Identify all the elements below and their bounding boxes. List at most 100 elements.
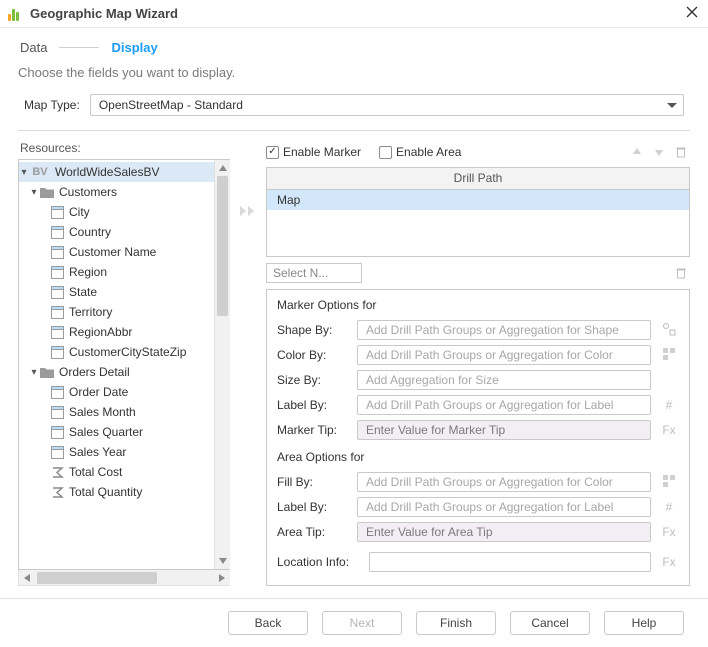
option-row: Color By: Add Drill Path Groups or Aggreg… bbox=[277, 343, 679, 367]
field-icon bbox=[49, 345, 65, 359]
tree-group[interactable]: ▾ Orders Detail bbox=[19, 362, 214, 382]
select-n-placeholder: Select N... bbox=[273, 266, 328, 280]
move-right-button[interactable] bbox=[238, 141, 258, 586]
option-side-button[interactable] bbox=[659, 322, 679, 339]
expand-toggle[interactable]: ▾ bbox=[29, 367, 39, 378]
checkbox-icon bbox=[379, 146, 392, 159]
step-display[interactable]: Display bbox=[109, 40, 159, 55]
tree-item[interactable]: Territory bbox=[19, 302, 214, 322]
option-input[interactable]: Add Drill Path Groups or Aggregation for… bbox=[357, 472, 651, 492]
scroll-up-icon[interactable] bbox=[215, 160, 230, 176]
tree-item[interactable]: Sales Quarter bbox=[19, 422, 214, 442]
footer: Back Next Finish Cancel Help bbox=[0, 598, 708, 647]
tree-label: RegionAbbr bbox=[69, 325, 132, 339]
field-icon bbox=[49, 245, 65, 259]
location-info-label: Location Info: bbox=[277, 555, 361, 569]
step-data[interactable]: Data bbox=[18, 40, 49, 55]
horizontal-scrollbar[interactable] bbox=[18, 570, 230, 586]
tree-label: Sales Month bbox=[69, 405, 136, 419]
finish-button[interactable]: Finish bbox=[416, 611, 496, 635]
tree-item[interactable]: Region bbox=[19, 262, 214, 282]
tree-item[interactable]: Sales Month bbox=[19, 402, 214, 422]
location-info-row: Location Info: Fx bbox=[277, 550, 679, 574]
cancel-button[interactable]: Cancel bbox=[510, 611, 590, 635]
drill-path-list[interactable]: Map bbox=[266, 189, 690, 257]
option-input[interactable]: Add Drill Path Groups or Aggregation for… bbox=[357, 345, 651, 365]
tree-item[interactable]: City bbox=[19, 202, 214, 222]
option-input[interactable]: Add Aggregation for Size bbox=[357, 370, 651, 390]
tree-label: Region bbox=[69, 265, 107, 279]
field-icon bbox=[49, 305, 65, 319]
location-info-input[interactable] bbox=[369, 552, 651, 572]
expand-toggle[interactable]: ▾ bbox=[19, 167, 29, 178]
tree-item[interactable]: Sales Year bbox=[19, 442, 214, 462]
back-button[interactable]: Back bbox=[228, 611, 308, 635]
option-label: Marker Tip: bbox=[277, 423, 349, 437]
scroll-thumb[interactable] bbox=[217, 176, 228, 316]
option-side-button[interactable]: # bbox=[659, 398, 679, 412]
expand-toggle[interactable]: ▾ bbox=[29, 187, 39, 198]
trash-button[interactable] bbox=[672, 264, 690, 282]
drill-path-item[interactable]: Map bbox=[267, 190, 689, 210]
move-down-button[interactable] bbox=[650, 143, 668, 161]
move-right-icon bbox=[239, 203, 257, 219]
tree-label: Territory bbox=[69, 305, 112, 319]
option-side-button[interactable] bbox=[659, 474, 679, 491]
tree-item[interactable]: Total Quantity bbox=[19, 482, 214, 502]
tree-label: Orders Detail bbox=[59, 365, 130, 379]
option-label: Shape By: bbox=[277, 323, 349, 337]
tree-item[interactable]: Customer Name bbox=[19, 242, 214, 262]
option-input[interactable]: Enter Value for Area Tip bbox=[357, 522, 651, 542]
option-input[interactable]: Add Drill Path Groups or Aggregation for… bbox=[357, 497, 651, 517]
help-button[interactable]: Help bbox=[604, 611, 684, 635]
field-icon bbox=[49, 205, 65, 219]
bv-icon: BV bbox=[29, 165, 51, 179]
folder-icon bbox=[39, 365, 55, 379]
tree-label: State bbox=[69, 285, 97, 299]
tree-label: Customer Name bbox=[69, 245, 156, 259]
tree-root[interactable]: ▾BVWorldWideSalesBV bbox=[19, 162, 214, 182]
option-side-button[interactable]: Fx bbox=[659, 423, 679, 437]
enable-area-label: Enable Area bbox=[396, 145, 461, 159]
enable-area-checkbox[interactable]: Enable Area bbox=[379, 145, 461, 159]
field-icon bbox=[49, 225, 65, 239]
tree-label: CustomerCityStateZip bbox=[69, 345, 186, 359]
vertical-scrollbar[interactable] bbox=[214, 160, 230, 569]
scroll-down-icon[interactable] bbox=[215, 553, 230, 569]
tree-item[interactable]: Total Cost bbox=[19, 462, 214, 482]
tree-item[interactable]: Order Date bbox=[19, 382, 214, 402]
tree-label: Sales Year bbox=[69, 445, 126, 459]
scroll-right-icon[interactable] bbox=[214, 571, 230, 585]
option-label: Color By: bbox=[277, 348, 349, 362]
trash-button[interactable] bbox=[672, 143, 690, 161]
option-input[interactable]: Add Drill Path Groups or Aggregation for… bbox=[357, 395, 651, 415]
wizard-steps: Data Display bbox=[0, 28, 708, 55]
field-icon bbox=[49, 385, 65, 399]
option-side-button[interactable]: Fx bbox=[659, 525, 679, 539]
enable-marker-checkbox[interactable]: Enable Marker bbox=[266, 145, 361, 159]
scroll-left-icon[interactable] bbox=[19, 571, 35, 585]
tree-item[interactable]: RegionAbbr bbox=[19, 322, 214, 342]
field-icon bbox=[49, 325, 65, 339]
close-icon[interactable] bbox=[686, 6, 698, 21]
option-side-button[interactable] bbox=[659, 347, 679, 364]
tree-item[interactable]: State bbox=[19, 282, 214, 302]
fx-button[interactable]: Fx bbox=[659, 555, 679, 569]
resources-tree[interactable]: ▾BVWorldWideSalesBV▾CustomersCityCountry… bbox=[18, 159, 230, 570]
option-side-button[interactable]: # bbox=[659, 500, 679, 514]
select-n-input[interactable]: Select N... bbox=[266, 263, 362, 283]
map-type-value: OpenStreetMap - Standard bbox=[99, 98, 243, 112]
map-type-select[interactable]: OpenStreetMap - Standard bbox=[90, 94, 684, 116]
field-icon bbox=[49, 265, 65, 279]
tree-group[interactable]: ▾Customers bbox=[19, 182, 214, 202]
scroll-thumb[interactable] bbox=[37, 572, 157, 584]
window-title: Geographic Map Wizard bbox=[30, 6, 178, 21]
next-button[interactable]: Next bbox=[322, 611, 402, 635]
option-label: Label By: bbox=[277, 398, 349, 412]
move-up-button[interactable] bbox=[628, 143, 646, 161]
tree-item[interactable]: CustomerCityStateZip bbox=[19, 342, 214, 362]
option-input[interactable]: Add Drill Path Groups or Aggregation for… bbox=[357, 320, 651, 340]
option-label: Size By: bbox=[277, 373, 349, 387]
tree-item[interactable]: Country bbox=[19, 222, 214, 242]
option-input[interactable]: Enter Value for Marker Tip bbox=[357, 420, 651, 440]
